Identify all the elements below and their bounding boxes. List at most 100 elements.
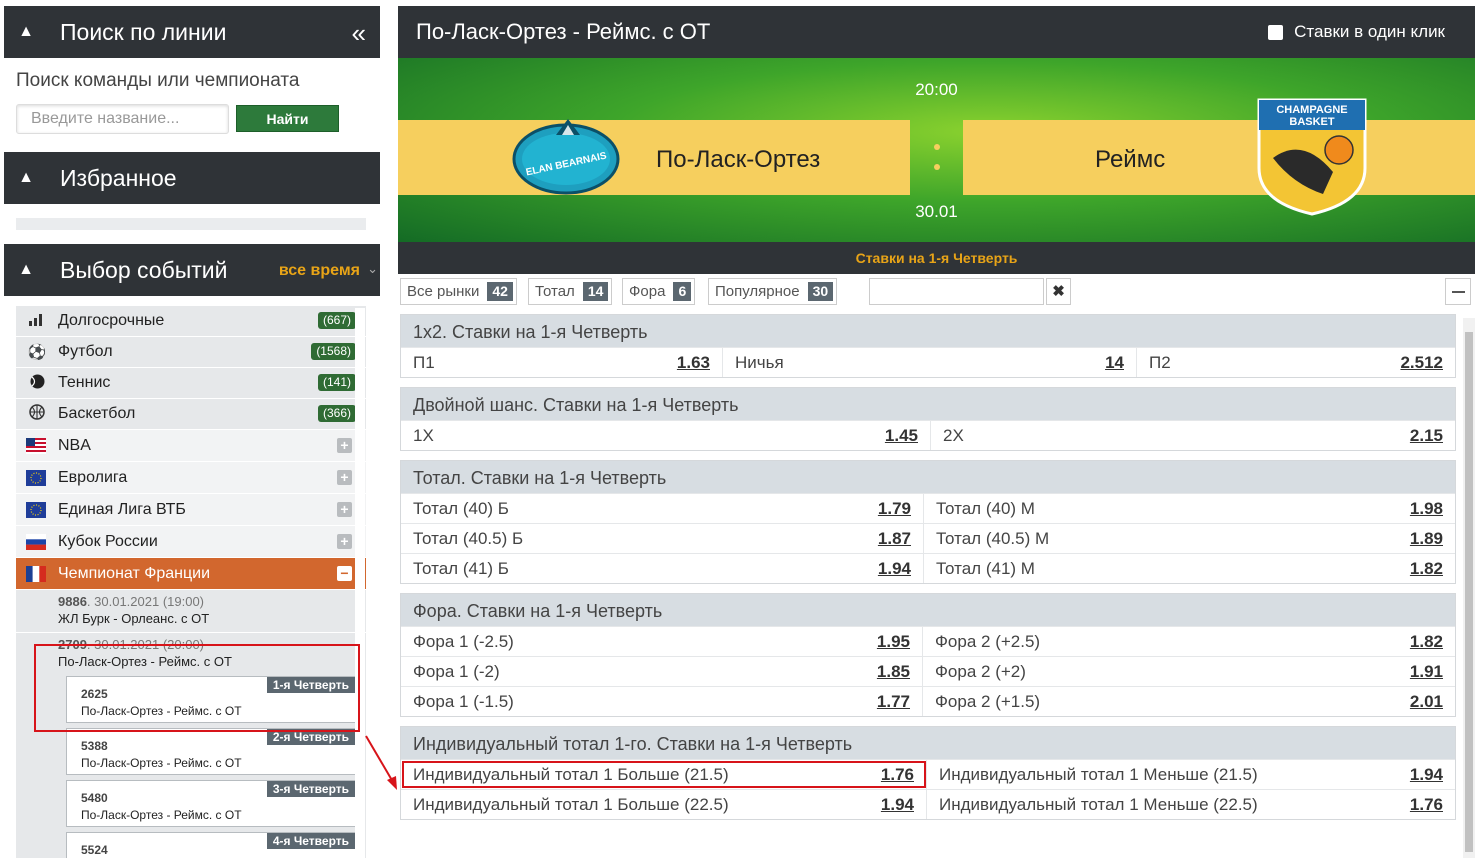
odd-cell[interactable]: 1Х 1.45 [401,421,931,450]
one-click-checkbox[interactable] [1268,24,1284,40]
odd-cell[interactable]: Фора 2 (+1.5) 2.01 [923,687,1455,716]
odd-value[interactable]: 1.63 [677,353,710,373]
odd-cell[interactable]: Индивидуальный тотал 1 Меньше (22.5) 1.76 [927,790,1455,819]
odd-cell[interactable]: Тотал (40) Б 1.79 [401,494,924,523]
match-item[interactable]: 2709. 30.01.2021 (20:00) По-Ласк-Ортез -… [16,633,366,676]
odd-value[interactable]: 1.95 [877,632,910,652]
odd-cell-highlighted[interactable]: Индивидуальный тотал 1 Больше (21.5) 1.76 [401,760,927,789]
odd-value[interactable]: 1.76 [881,765,914,785]
market-title[interactable]: 1х2. Ставки на 1-я Четверть [401,315,1455,347]
expand-icon[interactable]: + [337,438,352,453]
odd-value[interactable]: 1.85 [877,662,910,682]
market-row: 1Х 1.45 2Х 2.15 [401,420,1455,450]
odd-cell[interactable]: Фора 2 (+2.5) 1.82 [923,627,1455,656]
filter-all-markets[interactable]: Все рынки 42 [400,278,517,305]
collapse-sidebar-icon[interactable]: « [352,18,366,49]
odd-value[interactable]: 1.94 [881,795,914,815]
away-team-logo: CHAMPAGNE BASKET [1257,98,1367,216]
odd-value[interactable]: 2.512 [1400,353,1443,373]
filter-handicap[interactable]: Фора 6 [622,278,696,305]
filter-total[interactable]: Тотал 14 [528,278,613,305]
odd-value[interactable]: 1.94 [1410,765,1443,785]
collapse-all-button[interactable] [1445,278,1471,305]
odd-value[interactable]: 2.01 [1410,692,1443,712]
sub-event-item[interactable]: 4-я Четверть 5524 [66,832,356,858]
odd-value[interactable]: 1.76 [1410,795,1443,815]
market-title[interactable]: Тотал. Ставки на 1-я Четверть [401,461,1455,493]
odd-value[interactable]: 14 [1105,353,1124,373]
odd-cell[interactable]: П1 1.63 [401,348,723,377]
sport-name: Теннис [58,374,111,391]
sport-item[interactable]: Долгосрочные (667) [16,306,366,337]
sub-event-item[interactable]: 2-я Четверть 5388 По-Ласк-Ортез - Реймс.… [66,728,356,775]
market-title[interactable]: Индивидуальный тотал 1-го. Ставки на 1-я… [401,727,1455,759]
odd-cell[interactable]: Индивидуальный тотал 1 Меньше (21.5) 1.94 [927,760,1455,789]
league-item-russia-cup[interactable]: Кубок России + [16,526,366,558]
odd-value[interactable]: 1.82 [1410,559,1443,579]
market-title[interactable]: Двойной шанс. Ставки на 1-я Четверть [401,388,1455,420]
collapse-icon[interactable]: − [337,566,352,581]
period-tag: 4-я Четверть [266,833,355,849]
filter-popular[interactable]: Популярное 30 [708,278,838,305]
chevron-up-icon[interactable]: ▲ [4,23,48,41]
odd-cell[interactable]: Фора 1 (-2.5) 1.95 [401,627,923,656]
one-click-toggle[interactable]: Ставки в один клик [1268,22,1445,42]
odd-value[interactable]: 1.45 [885,426,918,446]
outcome-name: Ничья [735,352,784,372]
odd-cell[interactable]: Тотал (41) Б 1.94 [401,554,924,583]
league-item-euroleague[interactable]: Евролига + [16,462,366,494]
odd-cell[interactable]: Тотал (41) М 1.82 [924,554,1455,583]
sport-item[interactable]: ⚽ Футбол (1568) [16,337,366,368]
odd-cell[interactable]: Фора 1 (-1.5) 1.77 [401,687,923,716]
favorites-header[interactable]: ▲ Избранное [4,152,380,204]
odd-value[interactable]: 1.91 [1410,662,1443,682]
odd-cell[interactable]: Фора 1 (-2) 1.85 [401,657,923,686]
sport-count: (141) [317,374,356,391]
odd-cell[interactable]: Индивидуальный тотал 1 Больше (22.5) 1.94 [401,790,927,819]
sport-item[interactable]: Теннис (141) [16,368,366,399]
odd-cell[interactable]: П2 2.512 [1137,348,1455,377]
league-item-nba[interactable]: NBA + [16,430,366,462]
search-input[interactable] [16,104,229,134]
league-item-vtb[interactable]: Единая Лига ВТБ + [16,494,366,526]
expand-icon[interactable]: + [337,470,352,485]
match-datetime: . 30.01.2021 (20:00) [86,637,205,652]
sport-item[interactable]: Баскетбол (366) [16,399,366,430]
sub-event-item[interactable]: 3-я Четверть 5480 По-Ласк-Ортез - Реймс.… [66,780,356,827]
scrollbar-thumb[interactable] [1465,332,1473,852]
sub-event-item[interactable]: 1-я Четверть 2625 По-Ласк-Ортез - Реймс.… [66,676,356,723]
league-item-france[interactable]: Чемпионат Франции − [16,558,366,590]
main-scrollbar[interactable] [1463,318,1475,858]
sport-count: (667) [317,312,356,329]
odd-value[interactable]: 1.87 [878,529,911,549]
events-header[interactable]: ▲ Выбор событий все время ⌄ [4,244,380,296]
chevron-down-icon[interactable]: ⌄ [367,261,378,277]
search-panel-header[interactable]: ▲ Поиск по линии « [4,6,380,58]
odd-cell[interactable]: Тотал (40.5) Б 1.87 [401,524,924,553]
arrow-icon [365,735,397,790]
odd-value[interactable]: 1.77 [877,692,910,712]
odd-value[interactable]: 1.89 [1410,529,1443,549]
market-search-input[interactable] [869,278,1044,305]
expand-icon[interactable]: + [337,534,352,549]
odd-cell[interactable]: 2Х 2.15 [931,421,1455,450]
search-button[interactable]: Найти [236,105,339,132]
odd-value[interactable]: 1.98 [1410,499,1443,519]
market-row: Фора 1 (-2) 1.85 Фора 2 (+2) 1.91 [401,656,1455,686]
chevron-up-icon[interactable]: ▲ [4,261,48,279]
odd-cell[interactable]: Тотал (40) М 1.98 [924,494,1455,523]
odd-value[interactable]: 1.82 [1410,632,1443,652]
odd-cell[interactable]: Фора 2 (+2) 1.91 [923,657,1455,686]
match-id: 2709 [58,637,87,652]
odd-value[interactable]: 1.79 [878,499,911,519]
chevron-up-icon[interactable]: ▲ [4,169,48,187]
odd-value[interactable]: 1.94 [878,559,911,579]
odd-cell[interactable]: Тотал (40.5) М 1.89 [924,524,1455,553]
odd-value[interactable]: 2.15 [1410,426,1443,446]
expand-icon[interactable]: + [337,502,352,517]
time-filter-link[interactable]: все время [279,262,360,280]
odd-cell[interactable]: Ничья 14 [723,348,1137,377]
clear-icon[interactable]: ✖ [1046,278,1071,305]
market-title[interactable]: Фора. Ставки на 1-я Четверть [401,594,1455,626]
match-item[interactable]: 9886. 30.01.2021 (19:00) ЖЛ Бурк - Орлеа… [16,590,366,633]
